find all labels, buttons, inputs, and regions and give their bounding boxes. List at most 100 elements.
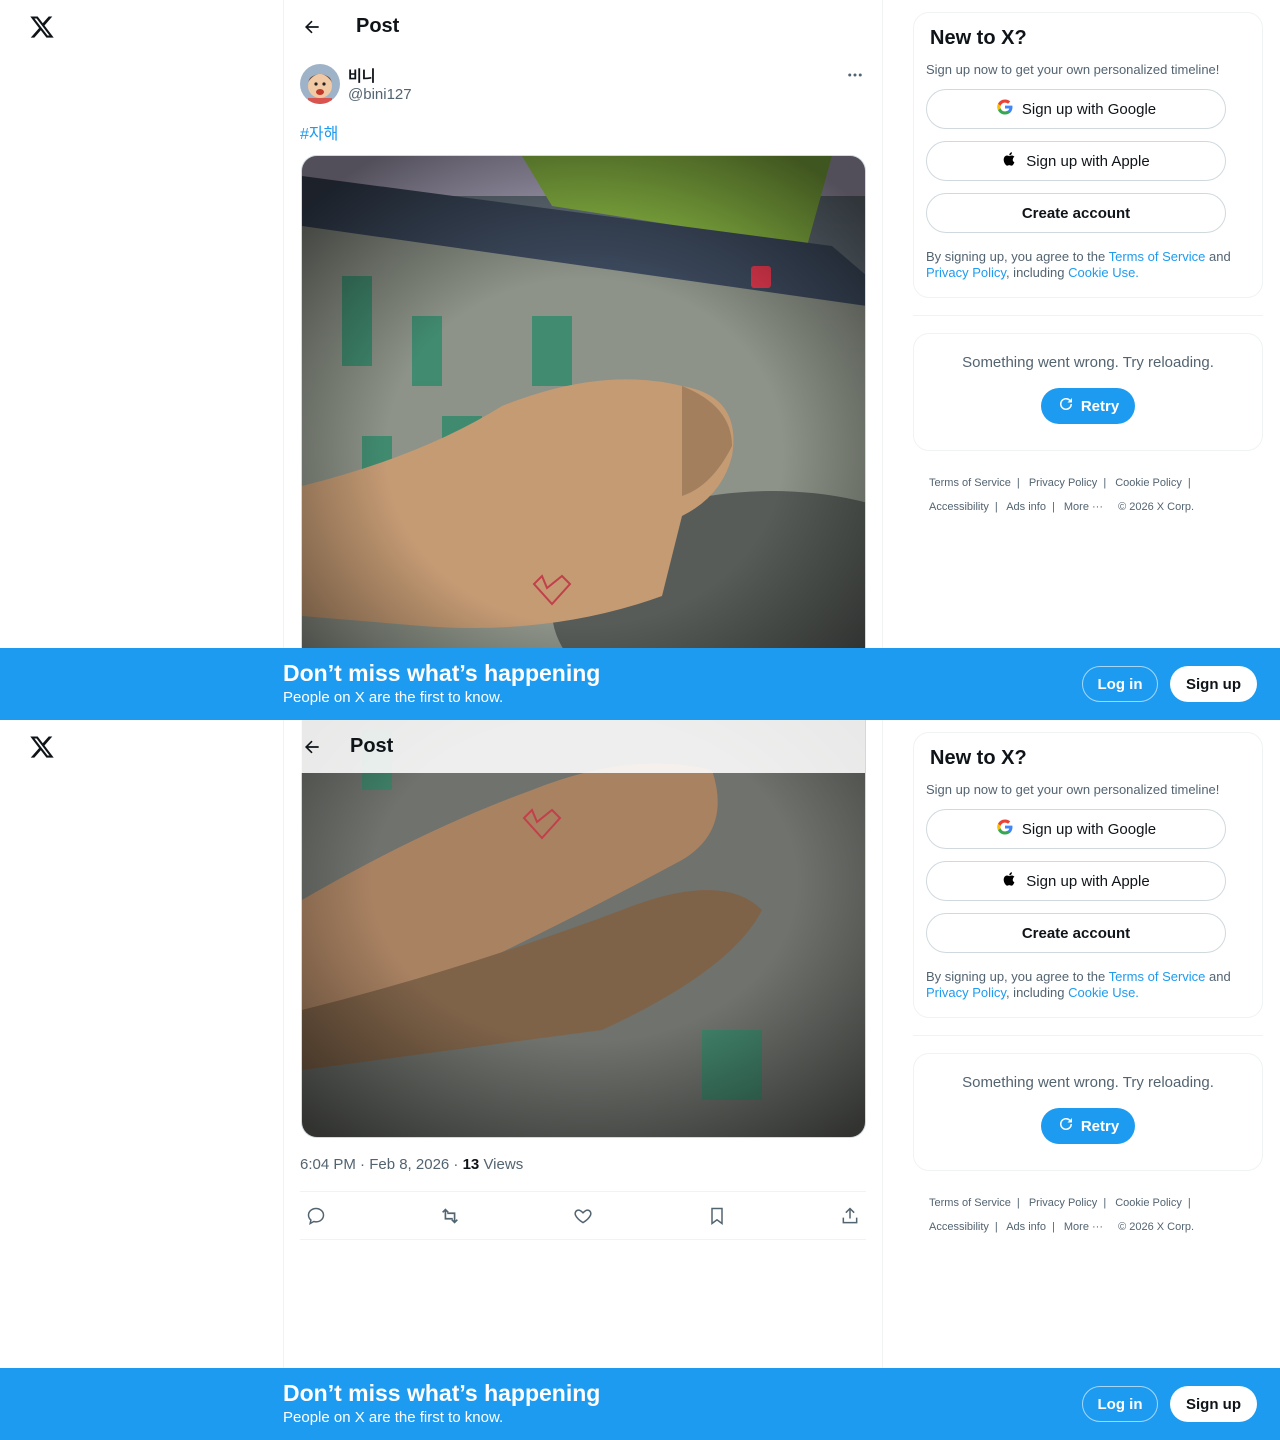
- terms-text: and: [1205, 969, 1231, 984]
- retry-label: Retry: [1080, 397, 1120, 415]
- refresh-icon: [1057, 395, 1075, 417]
- avatar[interactable]: [300, 64, 340, 104]
- banner-headline: Don’t miss what’s happening: [283, 1380, 601, 1406]
- footer-ads-link[interactable]: Ads info: [1006, 501, 1046, 513]
- banner-subline: People on X are the first to know.: [283, 689, 504, 706]
- back-arrow-icon[interactable]: [294, 9, 330, 45]
- create-account-label: Create account: [1021, 924, 1131, 942]
- author-handle[interactable]: @bini127: [348, 86, 412, 103]
- error-message: Something went wrong. Try reloading.: [962, 1074, 1214, 1091]
- x-logo-icon[interactable]: [29, 734, 55, 760]
- create-account-button[interactable]: Create account: [926, 193, 1226, 233]
- post-image[interactable]: [301, 155, 866, 648]
- footer-more-link[interactable]: More ···: [1064, 1221, 1103, 1233]
- google-icon: [996, 98, 1014, 120]
- create-account-button[interactable]: Create account: [926, 913, 1226, 953]
- footer-privacy-link[interactable]: Privacy Policy: [1029, 1197, 1097, 1209]
- page-title: Post: [350, 735, 394, 757]
- error-message: Something went wrong. Try reloading.: [962, 354, 1214, 371]
- terms-of-service-link[interactable]: Terms of Service: [1109, 249, 1206, 264]
- footer-more-link[interactable]: More ···: [1064, 501, 1103, 513]
- post-image[interactable]: [301, 720, 866, 1138]
- footer-terms-link[interactable]: Terms of Service: [929, 477, 1011, 489]
- cookie-use-link[interactable]: Cookie Use.: [1068, 985, 1139, 1000]
- privacy-policy-link[interactable]: Privacy Policy: [926, 265, 1006, 280]
- sidebar-footer: Terms of Service | Privacy Policy | Cookie…: [929, 1197, 1195, 1233]
- apple-icon: [1002, 150, 1018, 172]
- login-banner: Don’t miss what’s happening People on X …: [0, 648, 1280, 720]
- post-actions: [300, 1191, 866, 1240]
- error-card: Something went wrong. Try reloading. Ret…: [913, 1053, 1263, 1171]
- post-author: 비니 @bini127: [300, 64, 866, 106]
- apple-signup-button[interactable]: Sign up with Apple: [926, 141, 1226, 181]
- views-label: Views: [479, 1156, 524, 1173]
- error-card: Something went wrong. Try reloading. Ret…: [913, 333, 1263, 451]
- google-signup-button[interactable]: Sign up with Google: [926, 89, 1226, 129]
- page-title: Post: [356, 15, 400, 37]
- google-signup-label: Sign up with Google: [1021, 820, 1157, 838]
- views-count: 13: [462, 1156, 480, 1173]
- bookmark-icon[interactable]: [705, 1204, 729, 1228]
- sidebar-divider: [913, 315, 1263, 316]
- terms-text: , including: [1005, 265, 1069, 280]
- terms-text: By signing up, you agree to the: [926, 969, 1109, 984]
- login-button[interactable]: Log in: [1082, 666, 1158, 702]
- footer-cookie-link[interactable]: Cookie Policy: [1115, 1197, 1182, 1209]
- share-icon[interactable]: [838, 1204, 862, 1228]
- like-icon[interactable]: [571, 1204, 595, 1228]
- signup-card: New to X? Sign up now to get your own pe…: [913, 12, 1263, 298]
- create-account-label: Create account: [1021, 204, 1131, 222]
- footer-privacy-link[interactable]: Privacy Policy: [1029, 477, 1097, 489]
- viewport-top: Post 비니 @bini127 #자해 New to X? Sign up n…: [0, 0, 1280, 720]
- signup-button[interactable]: Sign up: [1170, 1386, 1257, 1422]
- privacy-policy-link[interactable]: Privacy Policy: [926, 985, 1006, 1000]
- footer-ads-link[interactable]: Ads info: [1006, 1221, 1046, 1233]
- terms-of-service-link[interactable]: Terms of Service: [1109, 969, 1206, 984]
- terms-text: By signing up, you agree to the: [926, 249, 1109, 264]
- footer-accessibility-link[interactable]: Accessibility: [929, 1221, 989, 1233]
- google-signup-label: Sign up with Google: [1021, 100, 1157, 118]
- retry-label: Retry: [1080, 1117, 1120, 1135]
- footer-accessibility-link[interactable]: Accessibility: [929, 501, 989, 513]
- main-column: Post 6:04 PM · Feb 8, 2026 · 13 Views: [283, 720, 883, 1440]
- x-logo-icon[interactable]: [29, 14, 55, 40]
- signup-subtitle: Sign up now to get your own personalized…: [926, 62, 1220, 77]
- banner-headline: Don’t miss what’s happening: [283, 660, 601, 686]
- back-arrow-icon[interactable]: [294, 729, 330, 765]
- post-meta: 6:04 PM · Feb 8, 2026 · 13 Views: [300, 1156, 523, 1173]
- author-name[interactable]: 비니: [348, 65, 376, 86]
- retry-button[interactable]: Retry: [1040, 1108, 1136, 1144]
- main-column: Post 비니 @bini127 #자해: [283, 0, 883, 720]
- more-options-icon[interactable]: [844, 66, 866, 84]
- signup-terms: By signing up, you agree to the Terms of…: [926, 969, 1250, 1001]
- login-button[interactable]: Log in: [1082, 1386, 1158, 1422]
- cookie-use-link[interactable]: Cookie Use.: [1068, 265, 1139, 280]
- post-timestamp[interactable]: 6:04 PM · Feb 8, 2026 ·: [300, 1156, 463, 1173]
- refresh-icon: [1057, 1115, 1075, 1137]
- apple-signup-button[interactable]: Sign up with Apple: [926, 861, 1226, 901]
- sidebar-footer: Terms of Service | Privacy Policy | Cookie…: [929, 477, 1195, 513]
- signup-button[interactable]: Sign up: [1170, 666, 1257, 702]
- post-header: Post: [284, 0, 882, 53]
- apple-icon: [1002, 870, 1018, 892]
- right-sidebar: New to X? Sign up now to get your own pe…: [913, 732, 1263, 1239]
- google-icon: [996, 818, 1014, 840]
- post-hashtag[interactable]: #자해: [300, 120, 338, 144]
- footer-copyright: © 2026 X Corp.: [1118, 501, 1195, 513]
- repost-icon[interactable]: [438, 1204, 462, 1228]
- login-banner: Don’t miss what’s happening People on X …: [0, 1368, 1280, 1440]
- terms-text: , including: [1005, 985, 1069, 1000]
- reply-icon[interactable]: [304, 1204, 328, 1228]
- google-signup-button[interactable]: Sign up with Google: [926, 809, 1226, 849]
- apple-signup-label: Sign up with Apple: [1026, 872, 1150, 890]
- terms-text: and: [1205, 249, 1231, 264]
- footer-copyright: © 2026 X Corp.: [1118, 1221, 1195, 1233]
- footer-cookie-link[interactable]: Cookie Policy: [1115, 477, 1182, 489]
- apple-signup-label: Sign up with Apple: [1026, 152, 1150, 170]
- sidebar-divider: [913, 1035, 1263, 1036]
- signup-terms: By signing up, you agree to the Terms of…: [926, 249, 1250, 281]
- retry-button[interactable]: Retry: [1040, 388, 1136, 424]
- footer-terms-link[interactable]: Terms of Service: [929, 1197, 1011, 1209]
- signup-title: New to X?: [930, 747, 1027, 769]
- right-sidebar: New to X? Sign up now to get your own pe…: [913, 12, 1263, 519]
